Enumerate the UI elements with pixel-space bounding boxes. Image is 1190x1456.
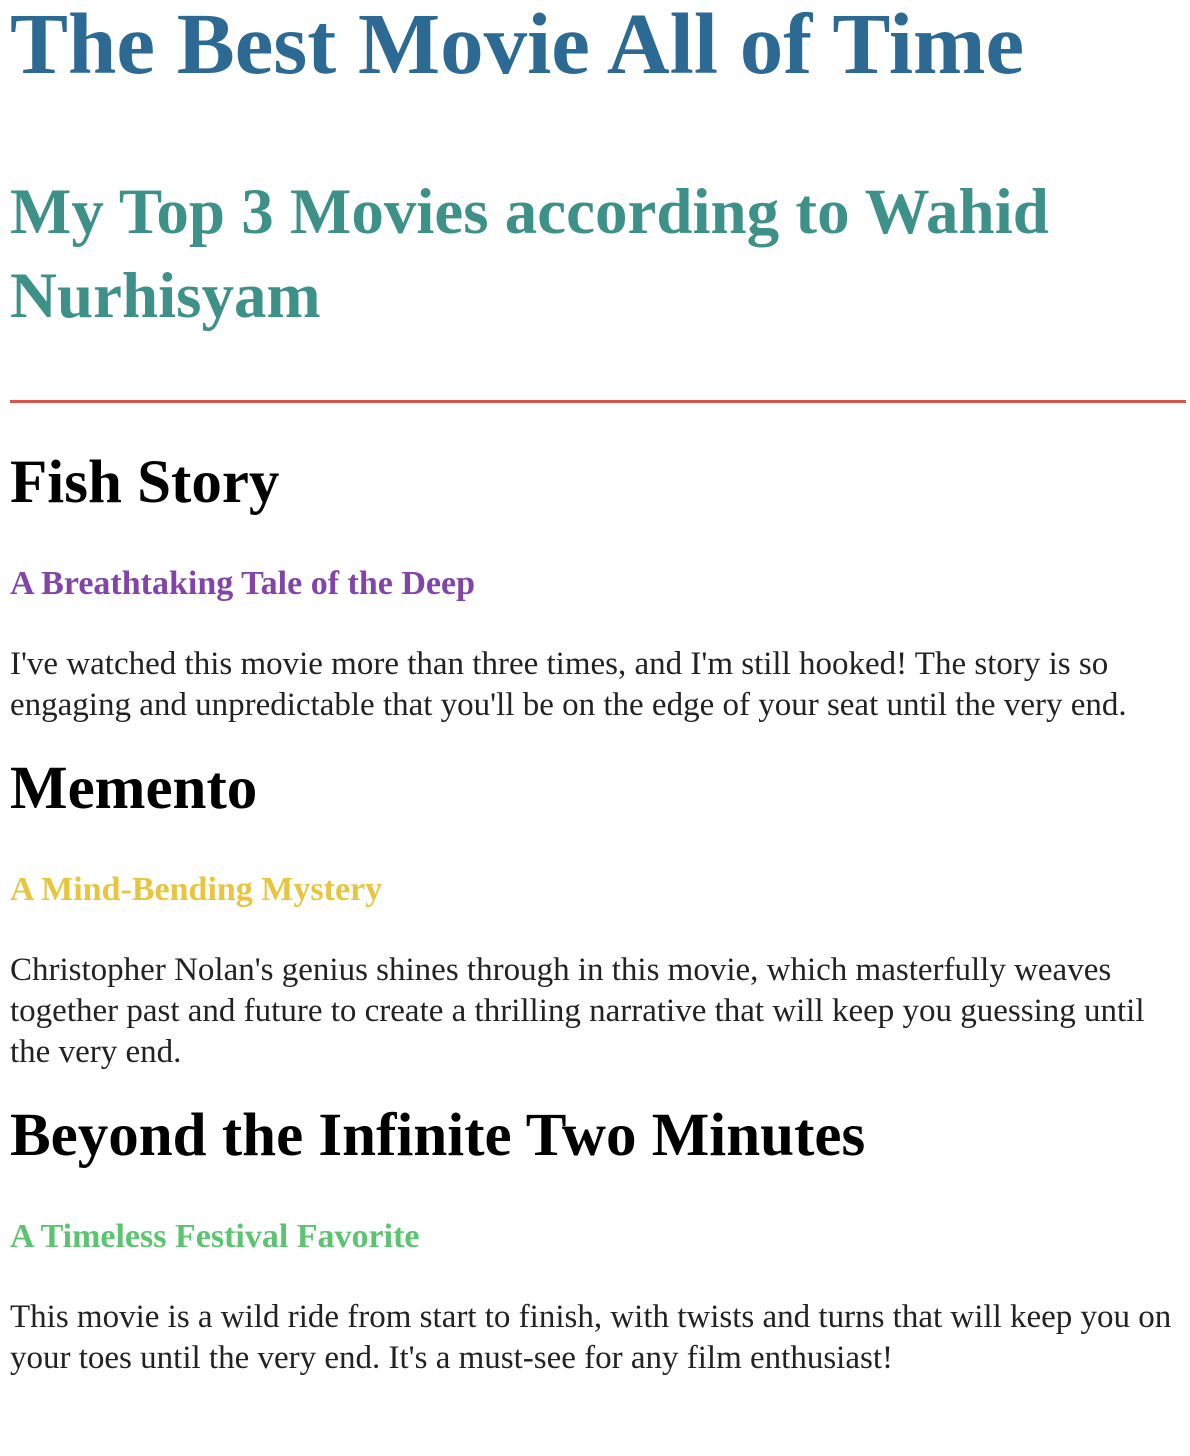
movie-tagline: A Timeless Festival Favorite: [10, 1218, 420, 1255]
movie-title: Memento: [10, 755, 258, 822]
movie-title: Beyond the Infinite Two Minutes: [10, 1102, 866, 1169]
page-subtitle: My Top 3 Movies according to Wahid Nurhi…: [10, 176, 1049, 332]
movie-entry-fish-story: Fish Story A Breathtaking Tale of the De…: [10, 448, 1180, 726]
movie-description: This movie is a wild ride from start to …: [10, 1299, 1172, 1376]
movie-tagline: A Breathtaking Tale of the Deep: [10, 565, 476, 602]
page: The Best Movie All of Time My Top 3 Movi…: [0, 0, 1190, 1379]
movie-description: Christopher Nolan's genius shines throug…: [10, 952, 1145, 1070]
movie-entry-beyond-the-infinite-two-minutes: Beyond the Infinite Two Minutes A Timele…: [10, 1101, 1180, 1379]
movie-title: Fish Story: [10, 449, 280, 516]
movie-description: I've watched this movie more than three …: [10, 646, 1127, 723]
movie-tagline: A Mind-Bending Mystery: [10, 871, 383, 908]
page-title: The Best Movie All of Time: [10, 0, 1025, 92]
divider: [10, 400, 1186, 403]
movie-entry-memento: Memento A Mind-Bending Mystery Christoph…: [10, 754, 1180, 1073]
